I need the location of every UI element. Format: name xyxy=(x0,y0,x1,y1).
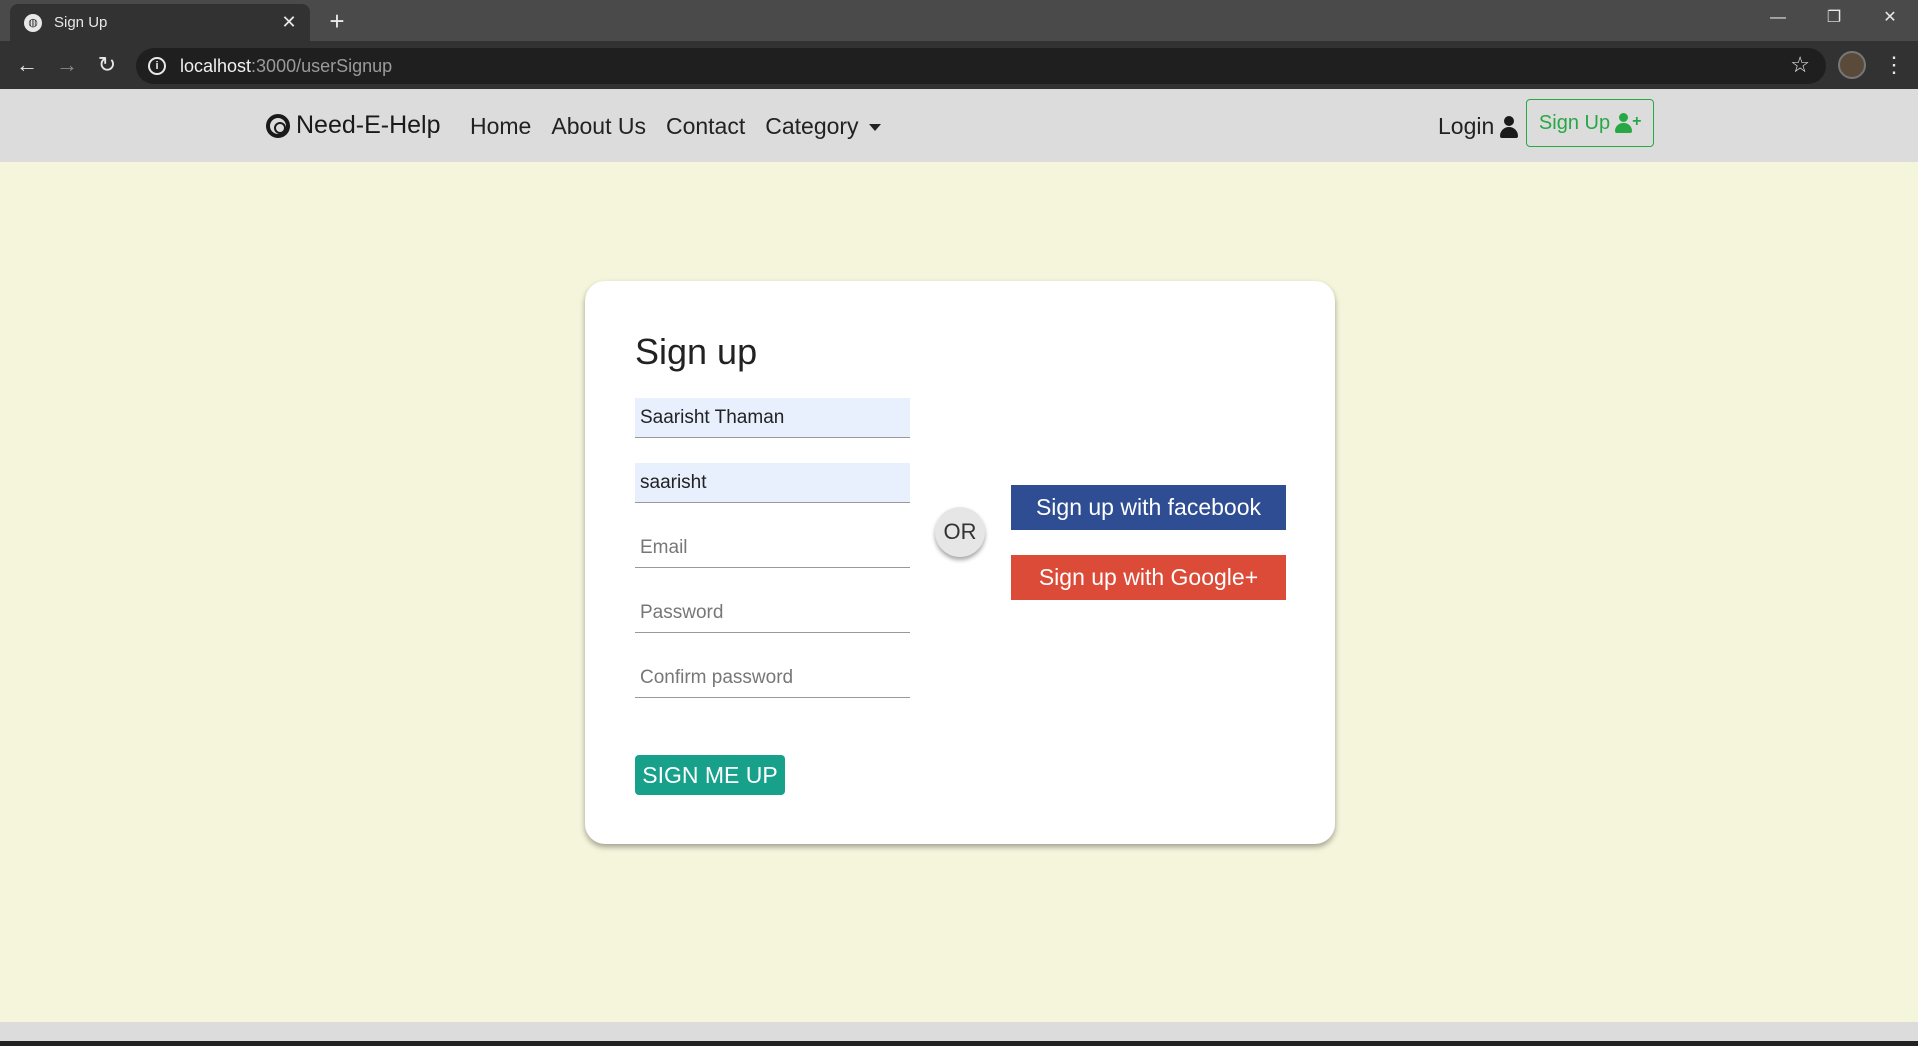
nav-about-us[interactable]: About Us xyxy=(551,113,646,140)
new-tab-button[interactable]: + xyxy=(322,6,352,36)
email-field[interactable] xyxy=(635,528,910,568)
window-close-button[interactable]: ✕ xyxy=(1862,0,1918,36)
caret-down-icon xyxy=(868,124,881,132)
or-divider: OR xyxy=(935,507,985,557)
nav-links: Home About Us Contact Category xyxy=(470,113,881,140)
user-icon xyxy=(1499,115,1519,138)
sign-me-up-button[interactable]: SIGN ME UP xyxy=(635,755,785,795)
google-signup-button[interactable]: Sign up with Google+ xyxy=(1011,555,1286,600)
brand-logo[interactable]: Need-E-Help xyxy=(266,111,441,140)
name-field[interactable] xyxy=(635,398,910,438)
minimize-button[interactable]: — xyxy=(1750,0,1806,36)
info-icon[interactable]: i xyxy=(148,57,166,75)
signup-nav-button[interactable]: Sign Up + xyxy=(1526,99,1654,147)
reload-button[interactable]: ↻ xyxy=(91,49,123,81)
bottom-edge xyxy=(0,1041,1918,1046)
life-ring-icon xyxy=(266,113,290,138)
back-button[interactable]: ← xyxy=(11,49,43,81)
site-navbar: Need-E-Help Home About Us Contact Catego… xyxy=(0,89,1918,162)
bookmark-star-icon[interactable]: ☆ xyxy=(1790,52,1810,78)
browser-tab-strip: ◍ Sign Up ✕ + — ❐ ✕ xyxy=(0,0,1918,41)
signup-nav-label: Sign Up xyxy=(1538,111,1611,134)
password-field[interactable] xyxy=(635,593,910,633)
address-bar[interactable]: i localhost:3000/userSignup ☆ xyxy=(136,48,1826,84)
tab-title: Sign Up xyxy=(54,14,108,31)
signup-card: Sign up OR Sign up with facebook Sign up… xyxy=(585,281,1335,844)
confirm-password-field[interactable] xyxy=(635,658,910,698)
tab-close-icon[interactable]: ✕ xyxy=(280,12,298,33)
restore-button[interactable]: ❐ xyxy=(1806,0,1862,36)
username-field[interactable] xyxy=(635,463,910,503)
login-link[interactable]: Login xyxy=(1438,113,1519,140)
browser-toolbar: ← → ↻ i localhost:3000/userSignup ☆ ⋮ xyxy=(0,41,1918,89)
profile-avatar[interactable] xyxy=(1838,51,1866,79)
forward-button[interactable]: → xyxy=(51,49,83,81)
url-host: localhost xyxy=(180,55,252,76)
nav-contact[interactable]: Contact xyxy=(666,113,745,140)
login-label: Login xyxy=(1438,113,1495,139)
nav-category-label: Category xyxy=(765,113,859,139)
nav-category-dropdown[interactable]: Category xyxy=(765,113,881,140)
facebook-signup-button[interactable]: Sign up with facebook xyxy=(1011,485,1286,530)
globe-icon: ◍ xyxy=(24,13,42,32)
brand-name: Need-E-Help xyxy=(296,111,441,139)
url-path: :3000/userSignup xyxy=(251,55,393,76)
browser-tab[interactable]: ◍ Sign Up ✕ xyxy=(10,4,310,41)
nav-home[interactable]: Home xyxy=(470,113,531,140)
browser-menu-icon[interactable]: ⋮ xyxy=(1880,49,1908,81)
signup-title: Sign up xyxy=(635,331,758,372)
user-plus-icon: + xyxy=(1615,113,1641,133)
